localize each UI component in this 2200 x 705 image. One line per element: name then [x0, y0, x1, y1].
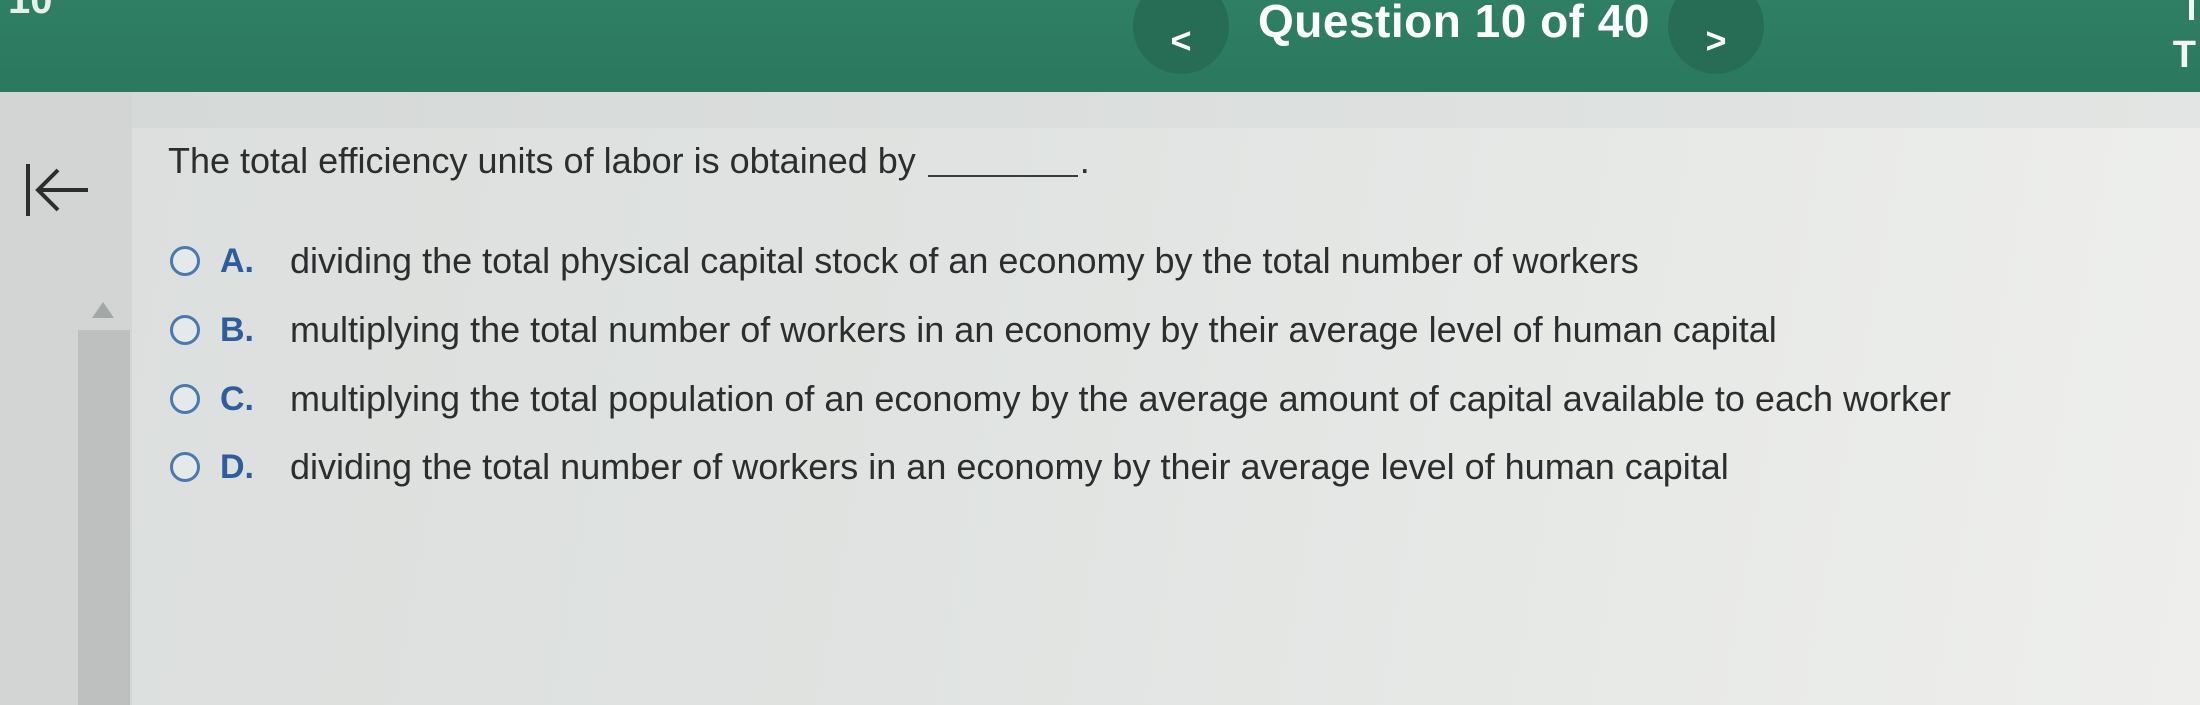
answer-option-d[interactable]: D. dividing the total number of workers … — [170, 442, 1729, 492]
option-text-a: dividing the total physical capital stoc… — [290, 240, 1639, 281]
chevron-left-icon: < — [1170, 20, 1192, 61]
scroll-up-arrow-icon[interactable] — [84, 296, 122, 326]
option-text-b: multiplying the total number of workers … — [290, 309, 1777, 350]
answer-blank — [927, 175, 1078, 177]
collapse-left-icon[interactable] — [22, 160, 92, 220]
header-corner-text: 10 — [8, 0, 53, 22]
answer-option-a[interactable]: A. dividing the total physical capital s… — [170, 236, 1639, 286]
question-prompt: The total efficiency units of labor is o… — [168, 140, 1090, 182]
answer-option-b[interactable]: B. multiplying the total number of worke… — [170, 305, 1777, 355]
radio-button-c[interactable] — [170, 384, 200, 414]
next-question-button[interactable]: > — [1668, 0, 1764, 74]
option-letter-a: A. — [220, 241, 254, 280]
option-letter-d: D. — [220, 447, 254, 486]
option-text-d: dividing the total number of workers in … — [290, 446, 1729, 487]
scrollbar-track[interactable] — [78, 330, 130, 705]
radio-button-d[interactable] — [170, 452, 200, 482]
radio-button-b[interactable] — [170, 315, 200, 345]
right-edge-text: T — [2172, 34, 2196, 76]
chevron-right-icon: > — [1705, 20, 1727, 61]
radio-button-a[interactable] — [170, 246, 200, 276]
previous-question-button[interactable]: < — [1133, 0, 1229, 74]
option-letter-c: C. — [220, 379, 254, 418]
option-letter-b: B. — [220, 310, 254, 349]
right-edge-mark — [2189, 0, 2194, 20]
answer-option-c[interactable]: C. multiplying the total population of a… — [170, 374, 1951, 424]
option-text-c: multiplying the total population of an e… — [290, 378, 1952, 419]
question-counter: Question 10 of 40 — [1258, 0, 1650, 47]
question-text: The total efficiency units of labor is o… — [168, 140, 916, 181]
question-period: . — [1079, 140, 1090, 181]
